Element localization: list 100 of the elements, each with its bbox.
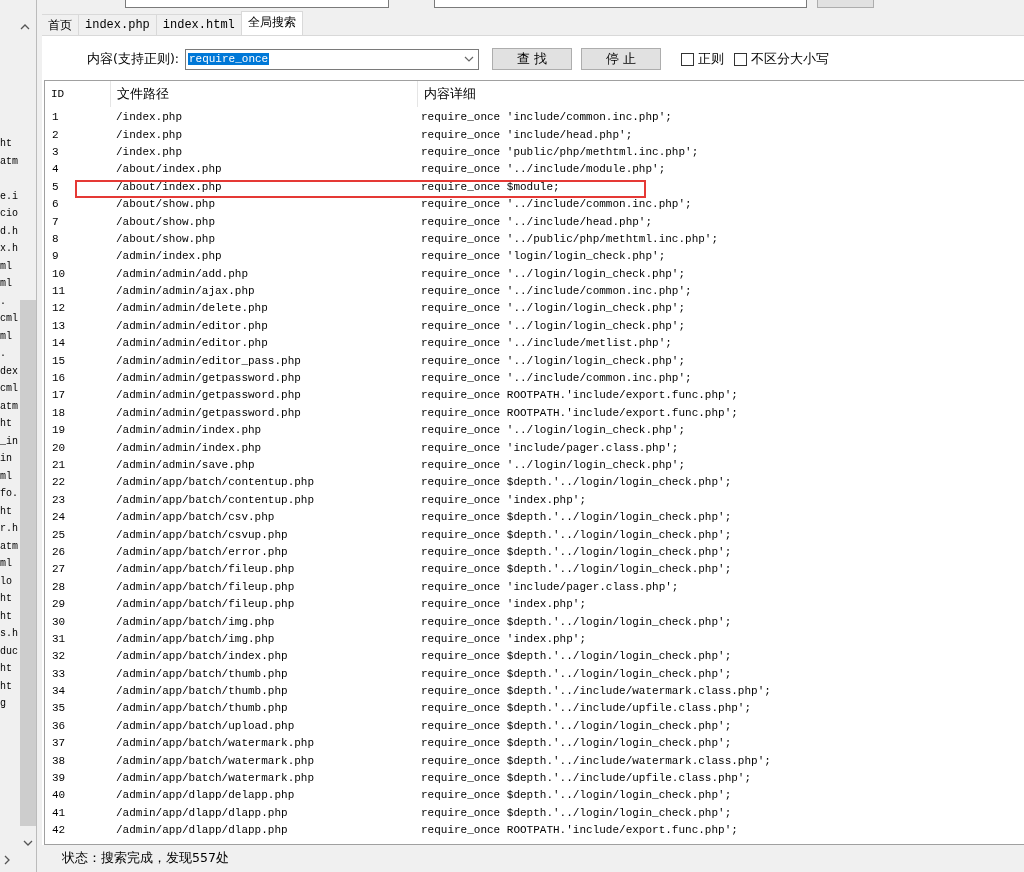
table-cell-text: 23 [51,492,67,508]
action-button[interactable]: 查 找 [491,48,572,70]
table-cell-text: require_once $depth.'../login/login_check.php'; [421,649,732,665]
table-cell-text: require_once ROOTPATH.'include/export.func.php'; [421,405,738,421]
table-cell-text: 35 [51,701,67,717]
table-cell-text: 2 [51,127,60,143]
checkbox[interactable] [680,52,694,66]
table-cell-text: require_once $depth.'../login/login_check.php'; [421,544,732,560]
table-cell-text: /admin/admin/add.php [115,266,250,282]
table-cell-text: /admin/admin/getpassword.php [115,388,302,404]
table-cell-text: /admin/app/batch/upload.php [115,718,296,734]
table-cell-text: /admin/app/batch/img.php [115,614,276,630]
table-cell-text: require_once 'index.php'; [421,492,587,508]
table-cell-text: 13 [51,318,67,334]
table-cell-text: require_once 'index.php'; [421,631,587,647]
search-label: 内容(支持正则): [87,50,179,68]
table-cell-text: require_once $depth.'../include/upfile.class.php'; [421,701,752,717]
table-cell-text: /admin/app/batch/contentup.php [115,475,316,491]
table-cell-text: require_once $depth.'../include/watermark.class.php'; [421,684,771,700]
table-cell-text: require_once $depth.'../login/login_check.php'; [421,666,732,682]
table-cell-text: require_once $depth.'../login/login_check.php'; [421,475,732,491]
table-cell-text: require_once 'login/login_check.php'; [421,249,666,265]
table-cell-text: 3 [51,144,60,160]
table-cell-text: require_once $depth.'../login/login_check.php'; [421,562,732,578]
table-cell-text: 4 [51,162,60,178]
table-cell-text: /admin/app/dlapp/dlapp.php [115,805,289,821]
column-header[interactable]: 内容详细 [418,81,618,107]
table-cell-text: 22 [51,475,67,491]
table-cell-text: require_once $depth.'../login/login_check.php'; [421,788,732,804]
table-cell-text: 38 [51,753,67,769]
table-cell-text: /admin/admin/index.php [115,423,263,439]
table-cell-text: /admin/app/dlapp/delapp.php [115,788,296,804]
tab[interactable]: 全局搜索 [240,11,303,35]
table-cell-text: /admin/admin/editor.php [115,336,269,352]
table-cell-text: /admin/app/batch/index.php [115,649,289,665]
table-cell-text: 14 [51,336,67,352]
table-cell-text: /about/index.php [115,179,223,195]
table-cell-text: require_once $depth.'../login/login_check.php'; [421,614,732,630]
table-cell-text: /admin/app/batch/csvup.php [115,527,289,543]
table-cell-text: require_once '../include/common.inc.php'; [421,197,692,213]
table-cell-text: require_once 'public/php/methtml.inc.php'; [421,144,699,160]
table-cell-text: 17 [51,388,67,404]
table-cell-text: 5 [51,179,60,195]
table-cell-text: 19 [51,423,67,439]
scroll-right-icon[interactable] [4,854,12,866]
table-cell-text: require_once '../login/login_check.php'; [421,458,686,473]
column-header[interactable]: ID [45,81,111,107]
table-cell-text: 37 [51,736,67,752]
table-cell-text: /about/show.php [115,214,217,230]
table-cell-text: require_once '../include/module.php'; [421,162,666,178]
caret-icon[interactable] [463,56,474,62]
table-cell-text: require_once '../login/login_check.php'; [421,266,686,282]
table-cell-text: /admin/app/batch/watermark.php [115,771,316,787]
table-cell-text: /admin/app/batch/watermark.php [115,736,316,752]
table-cell-text: /admin/app/batch/img.php [115,631,276,647]
table-cell-text: /admin/admin/ajax.php [115,284,256,300]
table-cell-text: 32 [51,649,67,665]
table-cell-text: 36 [51,718,67,734]
table-cell-text: 40 [51,788,67,804]
search-combo[interactable]: require_once [184,48,479,70]
table-cell-text: require_once $module; [421,179,560,195]
table-cell-text: /index.php [115,127,183,143]
table-cell-text: 33 [51,666,67,682]
action-button[interactable]: 停 止 [580,48,661,70]
table-cell-text: 41 [51,805,67,821]
table-cell-text: 25 [51,527,67,543]
table-cell-text: require_once ROOTPATH.'include/export.func.php'; [421,823,738,839]
table-cell-text: /admin/app/batch/contentup.php [115,492,316,508]
table-cell-text: /admin/app/batch/error.php [115,544,289,560]
table-cell-text: 12 [51,301,67,317]
table-cell-text: /admin/admin/index.php [115,440,263,456]
table-cell-text: /admin/index.php [115,249,223,265]
scrollbar-thumb[interactable] [20,300,36,826]
table-cell-text: 18 [51,405,67,421]
table-cell-text: require_once 'include/common.inc.php'; [421,110,672,126]
table-cell-text: 39 [51,771,67,787]
table-cell-text: /admin/app/batch/csv.php [115,510,276,526]
table-cell-text: require_once '../login/login_check.php'; [421,423,686,439]
table-cell-text: /about/show.php [115,197,217,213]
checkbox[interactable] [733,52,747,66]
table-cell-text: 7 [51,214,60,230]
table-cell-text: require_once '../include/head.php'; [421,214,653,230]
table-cell-text: /admin/app/batch/fileup.php [115,562,296,578]
table-cell-text: 27 [51,562,67,578]
table-cell-text: require_once '../login/login_check.php'; [421,301,686,317]
table-cell-text: require_once '../login/login_check.php'; [421,318,686,334]
table-cell-text: 31 [51,631,67,647]
table-cell-text: require_once $depth.'../login/login_check.php'; [421,510,732,526]
table-cell-text: /admin/app/batch/fileup.php [115,597,296,613]
table-cell-text: /admin/admin/delete.php [115,301,269,317]
table-cell-text: require_once $depth.'../include/upfile.class.php'; [421,771,752,787]
table-cell-text: 34 [51,684,67,700]
table-cell-text: require_once $depth.'../login/login_check.php'; [421,736,732,752]
column-header[interactable]: 文件路径 [111,81,418,107]
checkbox-label: 不区分大小写 [750,50,829,68]
table-cell-text: require_once ROOTPATH.'include/export.func.php'; [421,388,738,404]
table-cell-text: 15 [51,353,67,369]
table-cell-text: /admin/admin/save.php [115,458,256,473]
table-cell-text: 21 [51,458,67,473]
table-cell-text: 16 [51,371,67,387]
